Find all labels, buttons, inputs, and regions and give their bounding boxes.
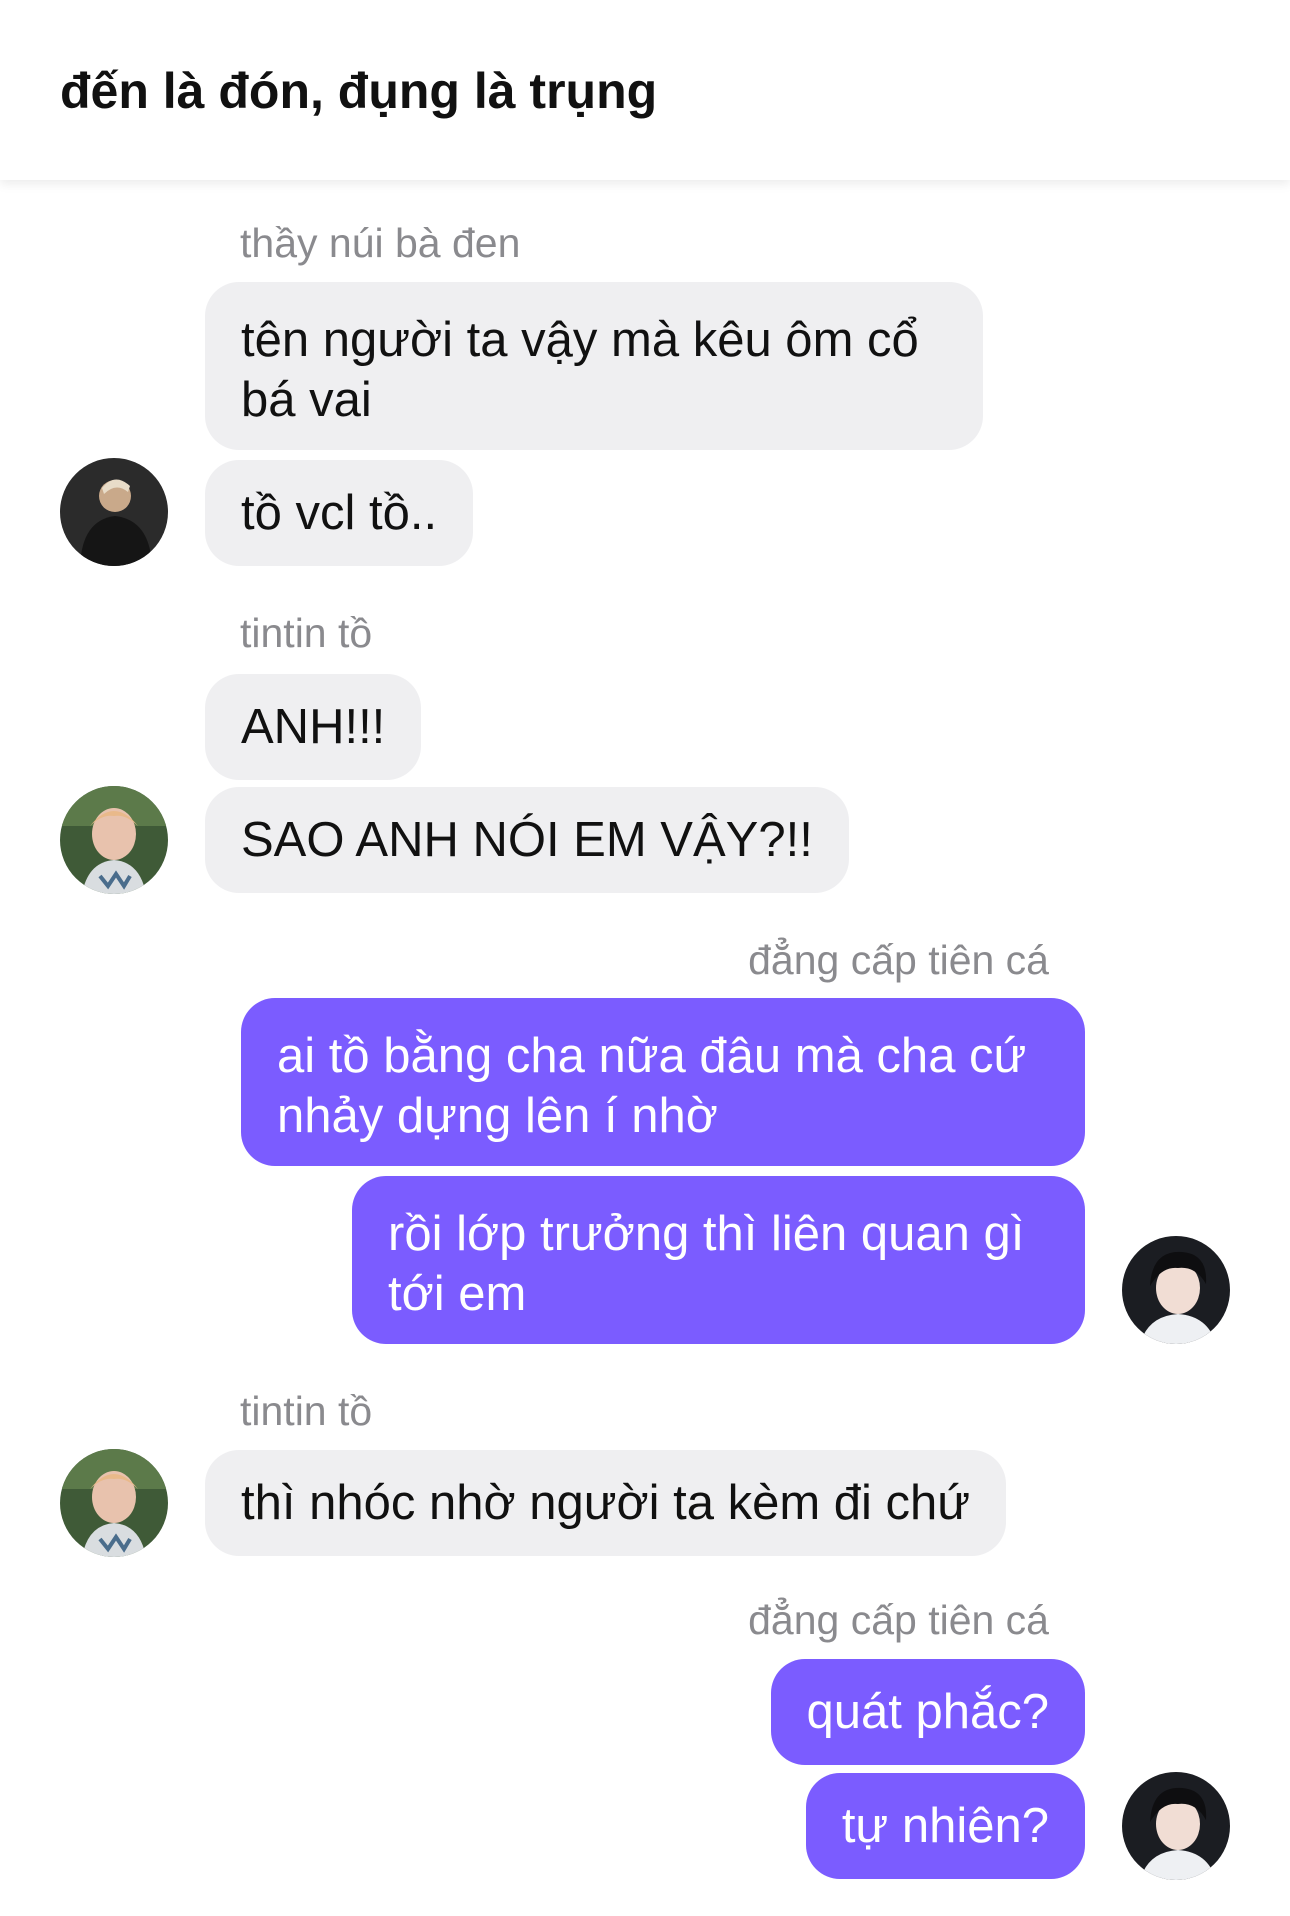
message-bubble[interactable]: tên người ta vậy mà kêu ôm cổ bá vai [205, 282, 983, 450]
message-bubble[interactable]: rồi lớp trưởng thì liên quan gì tới em [352, 1176, 1085, 1344]
message-bubble[interactable]: tồ vcl tồ.. [205, 460, 474, 566]
message-bubble[interactable]: quát phắc? [770, 1659, 1085, 1765]
avatar[interactable] [60, 786, 168, 894]
sender-name: tintin tồ [240, 1388, 373, 1434]
chat-header: đến là đón, đụng là trụng [0, 0, 1290, 180]
sender-name: tintin tồ [240, 610, 373, 656]
avatar[interactable] [1122, 1772, 1230, 1880]
group-title[interactable]: đến là đón, đụng là trụng [60, 62, 657, 120]
avatar[interactable] [60, 458, 168, 566]
message-bubble[interactable]: ai tồ bằng cha nữa đâu mà cha cứ nhảy dự… [241, 998, 1085, 1166]
message-bubble[interactable]: tự nhiên? [805, 1773, 1085, 1879]
sender-name: đẳng cấp tiên cá [748, 1597, 1049, 1643]
avatar[interactable] [1122, 1236, 1230, 1344]
message-bubble[interactable]: SAO ANH NÓI EM VẬY?!! [205, 787, 849, 893]
sender-name: thầy núi bà đen [240, 220, 521, 266]
sender-name: đẳng cấp tiên cá [748, 937, 1049, 983]
avatar[interactable] [60, 1449, 168, 1557]
message-bubble[interactable]: ANH!!! [205, 674, 422, 780]
message-bubble[interactable]: thì nhóc nhờ người ta kèm đi chứ [205, 1450, 1007, 1556]
